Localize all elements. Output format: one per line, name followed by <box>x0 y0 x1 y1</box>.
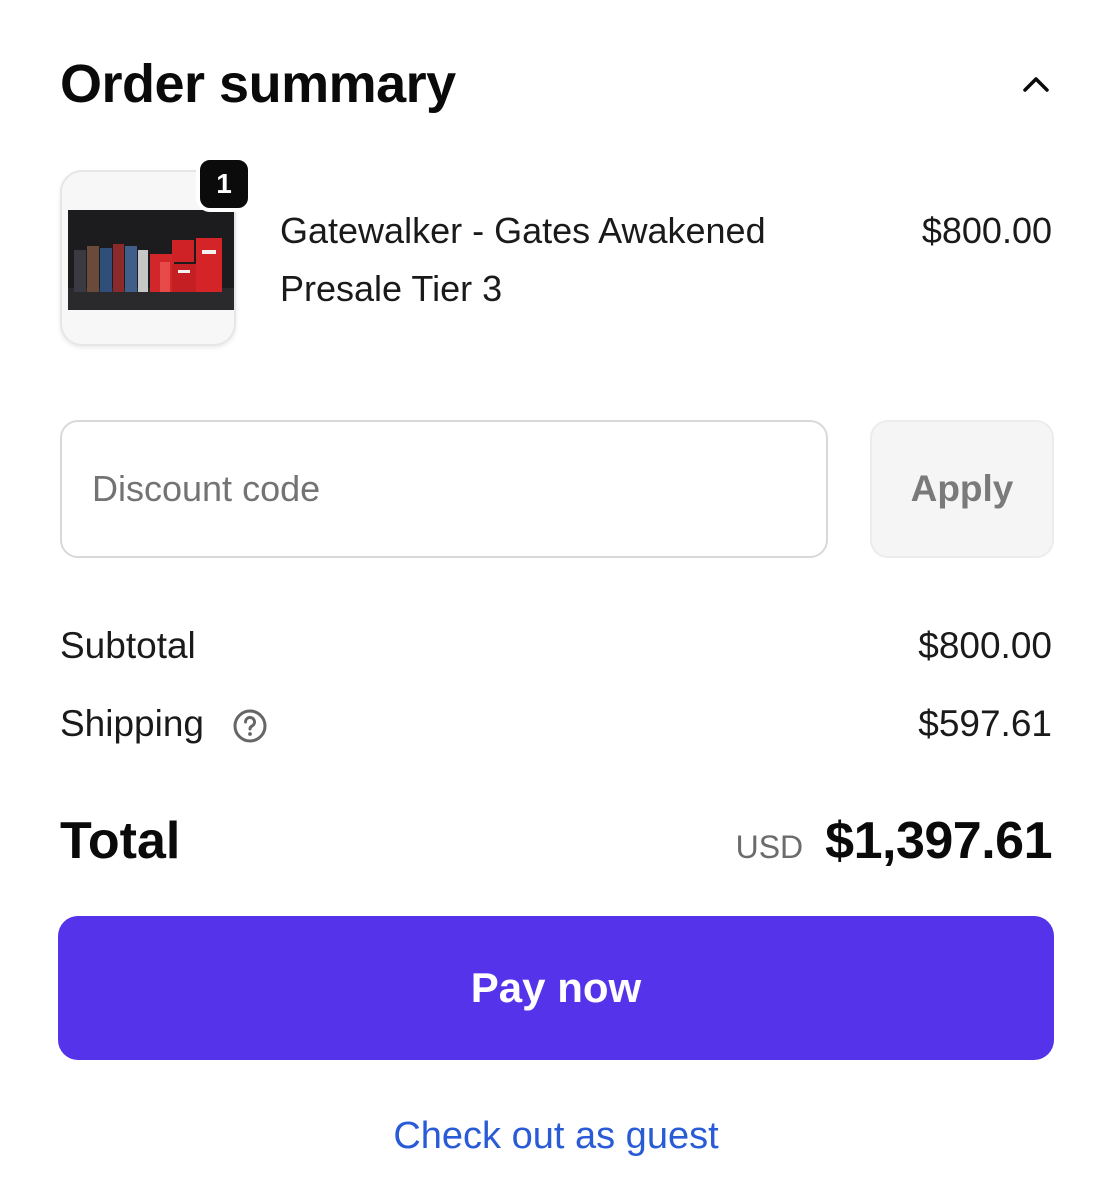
product-name-line2: Presale Tier 3 <box>280 268 503 309</box>
total-label: Total <box>60 812 181 870</box>
subtotal-label: Subtotal <box>60 625 196 666</box>
subtotal-row: Subtotal $800.00 <box>60 616 1054 676</box>
total-amount: USD $1,397.61 <box>736 806 1053 876</box>
total-value: $1,397.61 <box>825 812 1052 870</box>
shipping-label: Shipping <box>60 703 205 744</box>
pay-now-button[interactable]: Pay now <box>58 916 1054 1060</box>
product-price: $800.00 <box>921 210 1052 251</box>
order-summary-header[interactable]: Order summary <box>60 48 1054 120</box>
discount-code-input[interactable] <box>60 420 828 558</box>
checkout-as-guest-link[interactable]: Check out as guest <box>0 1108 1112 1164</box>
shipping-row: Shipping $597.61 <box>60 694 1054 754</box>
line-item: 1 Gatewalker - Gates Awakened Presale Ti… <box>60 156 1054 356</box>
total-row: Total USD $1,397.61 <box>60 806 1054 876</box>
chevron-up-icon[interactable] <box>1018 66 1054 102</box>
product-name: Gatewalker - Gates Awakened Presale Tier… <box>280 202 840 318</box>
question-circle-icon[interactable] <box>232 708 268 744</box>
apply-button[interactable]: Apply <box>870 420 1054 558</box>
shipping-value: $597.61 <box>918 703 1052 744</box>
product-name-line1: Gatewalker - Gates Awakened <box>280 210 766 251</box>
quantity-badge: 1 <box>196 156 252 212</box>
product-image <box>68 210 234 310</box>
currency-code: USD <box>735 829 804 865</box>
page-title: Order summary <box>60 54 456 114</box>
subtotal-value: $800.00 <box>918 625 1052 666</box>
